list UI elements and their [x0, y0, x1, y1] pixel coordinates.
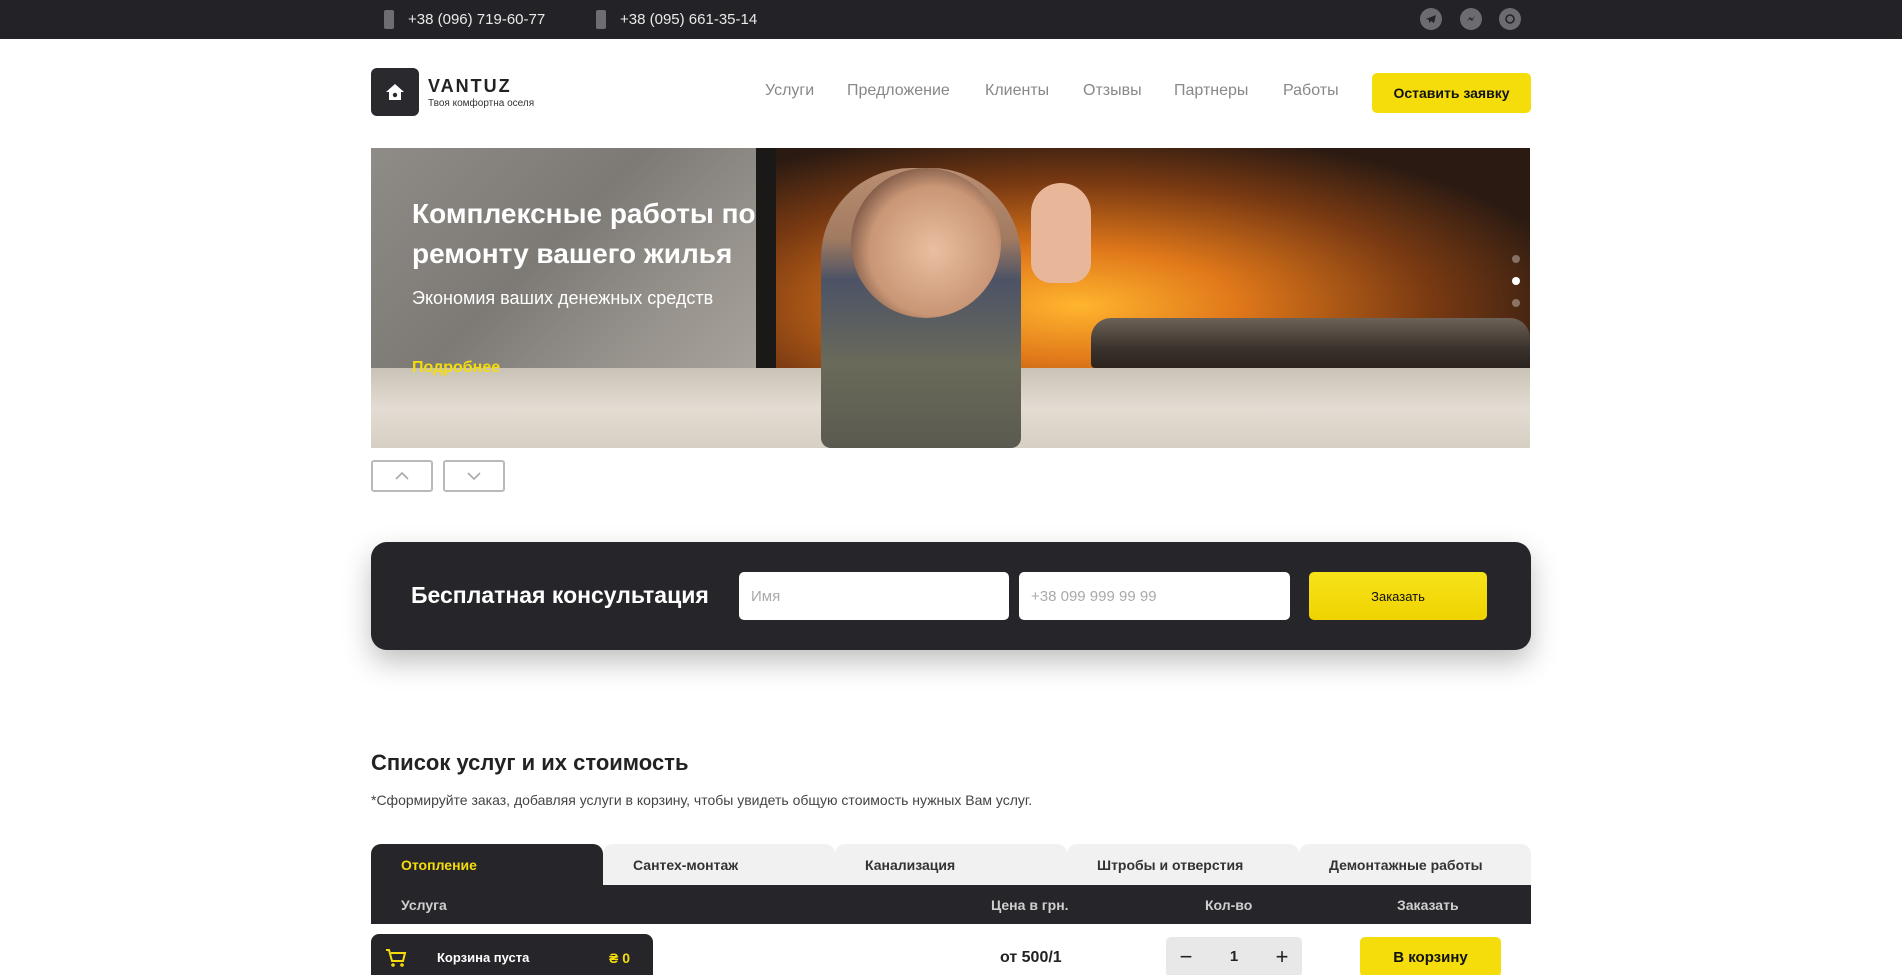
nav-item-reviews[interactable]: Отзывы — [1083, 82, 1142, 100]
services-note: *Сформируйте заказ, добавляя услуги в ко… — [371, 792, 1033, 808]
consultation-title: Бесплатная консультация — [411, 582, 709, 608]
tab-heating[interactable]: Отопление — [371, 844, 603, 885]
tab-chasing[interactable]: Штробы и отверстия — [1067, 844, 1299, 885]
cart-label: Корзина пуста — [437, 950, 530, 965]
chevron-up-icon — [395, 471, 409, 480]
top-bar: +38 (096) 719-60-77 +38 (095) 661-35-14 — [0, 0, 1902, 39]
mobile-phone-icon — [596, 10, 606, 29]
tab-sewerage[interactable]: Канализация — [835, 844, 1067, 885]
phone-link-2[interactable]: +38 (095) 661-35-14 — [596, 0, 757, 39]
services-title: Список услуг и их стоимость — [371, 750, 689, 775]
nav-item-works[interactable]: Работы — [1283, 82, 1339, 100]
slider-dot[interactable] — [1512, 255, 1520, 263]
cart-icon — [386, 949, 407, 967]
consultation-form: Бесплатная консультация Заказать — [371, 542, 1531, 650]
column-service: Услуга — [401, 897, 447, 913]
services-table-header: Услуга Цена в грн. Кол-во Заказать — [371, 885, 1531, 924]
telegram-icon[interactable] — [1420, 8, 1442, 30]
slider-prev-button[interactable] — [371, 460, 433, 492]
name-input[interactable] — [739, 572, 1009, 620]
phone-link-1[interactable]: +38 (096) 719-60-77 — [384, 0, 545, 39]
quantity-stepper: − 1 + — [1166, 937, 1302, 975]
slider-next-button[interactable] — [443, 460, 505, 492]
tab-demolition[interactable]: Демонтажные работы — [1299, 844, 1531, 885]
order-consultation-button[interactable]: Заказать — [1309, 572, 1487, 620]
logo-tagline: Твоя комфортна оселя — [428, 98, 535, 109]
minus-icon[interactable]: − — [1166, 937, 1206, 975]
slider-dot-active[interactable] — [1512, 277, 1520, 285]
add-to-cart-button[interactable]: В корзину — [1360, 937, 1501, 975]
quantity-value[interactable]: 1 — [1206, 948, 1262, 965]
nav-item-offer[interactable]: Предложение — [847, 82, 950, 100]
slider-dots — [1512, 255, 1520, 321]
column-order: Заказать — [1397, 897, 1459, 913]
hero-image-child-head — [851, 168, 1001, 318]
hero-subtitle: Экономия ваших денежных средств — [412, 288, 714, 308]
hero-image-child-hand — [1031, 183, 1091, 283]
chevron-down-icon — [467, 472, 481, 481]
cart-widget[interactable]: Корзина пуста ₴ 0 — [371, 934, 653, 975]
slider-dot[interactable] — [1512, 299, 1520, 307]
nav-item-partners[interactable]: Партнеры — [1174, 82, 1248, 100]
hero-more-link[interactable]: Подробнее — [412, 359, 500, 377]
services-tabs: Отопление Сантех-монтаж Канализация Штро… — [371, 844, 1531, 885]
phone-input[interactable] — [1019, 572, 1290, 620]
column-qty: Кол-во — [1205, 897, 1253, 913]
mobile-phone-icon — [384, 10, 394, 29]
hero-title: Комплексные работы по ремонту вашего жил… — [412, 198, 756, 269]
logo-name[interactable]: VANTUZ — [428, 76, 512, 97]
plus-icon[interactable]: + — [1262, 937, 1302, 975]
phone-number: +38 (095) 661-35-14 — [620, 11, 758, 28]
cart-sum: ₴ 0 — [609, 950, 631, 966]
tab-plumbing[interactable]: Сантех-монтаж — [603, 844, 835, 885]
hero-image-logs — [1091, 318, 1530, 368]
column-price: Цена в грн. — [991, 897, 1069, 913]
row-price: от 500/1 — [1000, 949, 1062, 966]
phone-number: +38 (096) 719-60-77 — [408, 11, 546, 28]
logo-mark[interactable] — [371, 68, 419, 116]
whatsapp-icon[interactable] — [1499, 8, 1521, 30]
messenger-icon[interactable] — [1460, 8, 1482, 30]
hero-slider: Комплексные работы по ремонту вашего жил… — [371, 148, 1530, 448]
leave-request-button[interactable]: Оставить заявку — [1372, 73, 1531, 113]
nav-item-clients[interactable]: Клиенты — [985, 82, 1049, 100]
nav-item-services[interactable]: Услуги — [765, 82, 814, 100]
house-icon — [386, 84, 404, 100]
